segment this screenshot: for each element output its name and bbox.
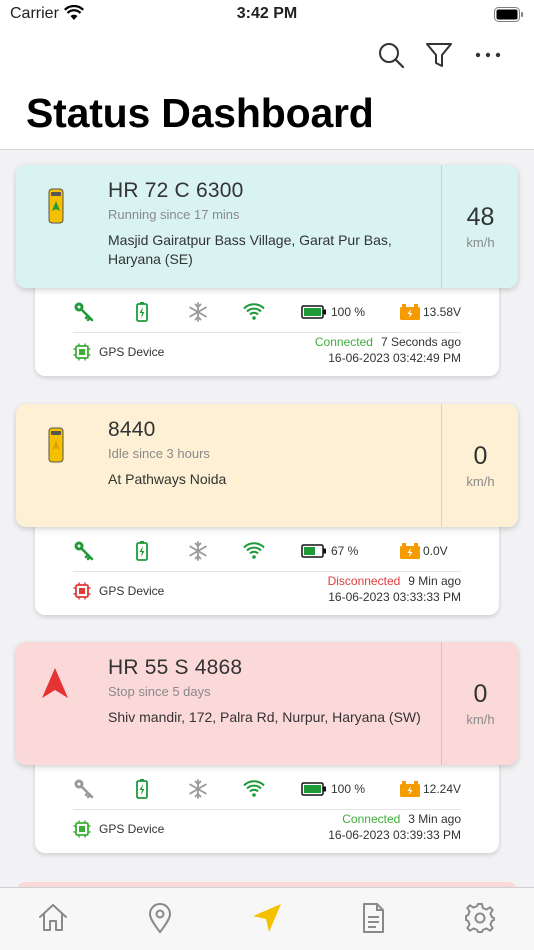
- location-pin-icon: [148, 903, 172, 934]
- ignition-key-icon: [74, 302, 94, 322]
- truck-icon: [48, 188, 64, 224]
- vehicle-details: 100 % 13.58V GPS Device Connected 7 Secon…: [35, 281, 499, 376]
- battery-voltage: 0.0V: [423, 544, 448, 558]
- speed-box: 0 km/h: [441, 642, 518, 765]
- vehicle-address: At Pathways Noida: [108, 471, 227, 487]
- connection-line: Disconnected 9 Min ago: [328, 574, 461, 588]
- connection-line: Connected 3 Min ago: [342, 812, 461, 826]
- vehicle-address: Shiv mandir, 172, Palra Rd, Nurpur, Hary…: [108, 709, 421, 725]
- vehicle-summary[interactable]: HR 55 S 4868 Stop since 5 days Shiv mand…: [16, 642, 518, 765]
- home-icon: [39, 904, 67, 931]
- battery-percentage: 67 %: [331, 544, 359, 558]
- tab-dashboard[interactable]: [214, 898, 320, 938]
- page-title: Status Dashboard: [26, 90, 374, 136]
- last-update-datetime: 16-06-2023 03:39:33 PM: [328, 828, 461, 842]
- stopped-vehicle-arrow-icon: [42, 668, 68, 698]
- divider: [73, 571, 461, 572]
- status-bar: Carrier 3:42 PM: [0, 0, 534, 30]
- wifi-icon: [243, 542, 265, 559]
- ignition-key-icon: [74, 779, 94, 799]
- battery-voltage: 12.24V: [423, 782, 462, 796]
- connection-status: Connected: [342, 812, 401, 826]
- battery-level-icon: [301, 305, 326, 319]
- vehicle-details: 100 % 12.24V GPS Device Connected 3 Min a…: [35, 758, 499, 853]
- device-type: GPS Device: [99, 345, 165, 359]
- tab-map[interactable]: [107, 898, 213, 938]
- more-options-icon[interactable]: [474, 40, 504, 70]
- ignition-key-icon: [74, 541, 94, 561]
- vehicle-status-duration: Stop since 5 days: [108, 684, 211, 699]
- speed-box: 0 km/h: [441, 404, 518, 527]
- speed-value: 0: [473, 442, 488, 470]
- navigation-arrow-icon: [253, 904, 281, 932]
- battery-status-icon: [494, 7, 523, 22]
- last-update-ago: 3 Min ago: [408, 812, 461, 826]
- vehicle-details: 67 % 0.0V GPS Device Disconnected 9 Min a…: [35, 520, 499, 615]
- battery-charging-icon: [136, 302, 148, 322]
- clock: 3:42 PM: [236, 5, 298, 22]
- vehicle-card[interactable]: HR 72 C 6300 Running since 17 mins Masji…: [16, 165, 518, 377]
- wifi-icon: [243, 780, 265, 797]
- tab-bar: [0, 887, 534, 950]
- tab-reports[interactable]: [320, 898, 426, 938]
- gps-chip-icon: [73, 820, 91, 838]
- battery-percentage: 100 %: [331, 305, 366, 319]
- last-update-ago: 7 Seconds ago: [380, 335, 461, 349]
- vehicle-address: Masjid Gairatpur Bass Village, Garat Pur…: [108, 232, 392, 267]
- vehicle-summary[interactable]: HR 72 C 6300 Running since 17 mins Masji…: [16, 165, 518, 288]
- last-update-datetime: 16-06-2023 03:42:49 PM: [328, 351, 461, 365]
- device-type: GPS Device: [99, 822, 165, 836]
- truck-icon: [48, 427, 64, 463]
- connection-status: Disconnected: [327, 574, 401, 588]
- divider: [73, 809, 461, 810]
- document-icon: [363, 903, 384, 933]
- settings-gear-icon: [465, 903, 495, 933]
- battery-level-icon: [301, 782, 326, 796]
- vehicle-battery-icon: [400, 304, 420, 320]
- vehicle-summary[interactable]: 8440 Idle since 3 hours At Pathways Noid…: [16, 404, 518, 527]
- battery-level-icon: [301, 544, 326, 558]
- speed-value: 0: [473, 680, 488, 708]
- filter-icon[interactable]: [424, 40, 454, 70]
- gps-chip-icon: [73, 582, 91, 600]
- speed-value: 48: [466, 203, 495, 231]
- battery-voltage: 13.58V: [423, 305, 462, 319]
- last-update-datetime: 16-06-2023 03:33:33 PM: [328, 590, 461, 604]
- speed-unit: km/h: [466, 474, 495, 489]
- vehicle-status-duration: Idle since 3 hours: [108, 446, 210, 461]
- vehicle-battery-icon: [400, 543, 420, 559]
- vehicle-plate: 8440: [108, 418, 156, 441]
- vehicle-plate: HR 55 S 4868: [108, 656, 243, 679]
- snowflake-ac-icon: [189, 302, 207, 322]
- vehicle-card[interactable]: 8440 Idle since 3 hours At Pathways Noid…: [16, 404, 518, 616]
- vehicle-plate: HR 72 C 6300: [108, 179, 244, 202]
- speed-unit: km/h: [466, 712, 495, 727]
- battery-charging-icon: [136, 541, 148, 561]
- speed-unit: km/h: [466, 235, 495, 250]
- tab-home[interactable]: [0, 898, 106, 938]
- last-update-ago: 9 Min ago: [408, 574, 461, 588]
- snowflake-ac-icon: [189, 779, 207, 799]
- battery-charging-icon: [136, 779, 148, 799]
- divider: [73, 332, 461, 333]
- vehicle-status-duration: Running since 17 mins: [108, 207, 240, 222]
- gps-chip-icon: [73, 343, 91, 361]
- wifi-icon: [243, 303, 265, 320]
- vehicle-battery-icon: [400, 781, 420, 797]
- header: Status Dashboard: [0, 30, 534, 150]
- connection-line: Connected 7 Seconds ago: [315, 335, 461, 349]
- battery-percentage: 100 %: [331, 782, 366, 796]
- search-icon[interactable]: [376, 40, 406, 70]
- vehicle-card[interactable]: HR 55 S 4868 Stop since 5 days Shiv mand…: [16, 642, 518, 854]
- snowflake-ac-icon: [189, 541, 207, 561]
- connection-status: Connected: [314, 335, 373, 349]
- device-type: GPS Device: [99, 584, 165, 598]
- speed-box: 48 km/h: [441, 165, 518, 288]
- tab-settings[interactable]: [427, 898, 533, 938]
